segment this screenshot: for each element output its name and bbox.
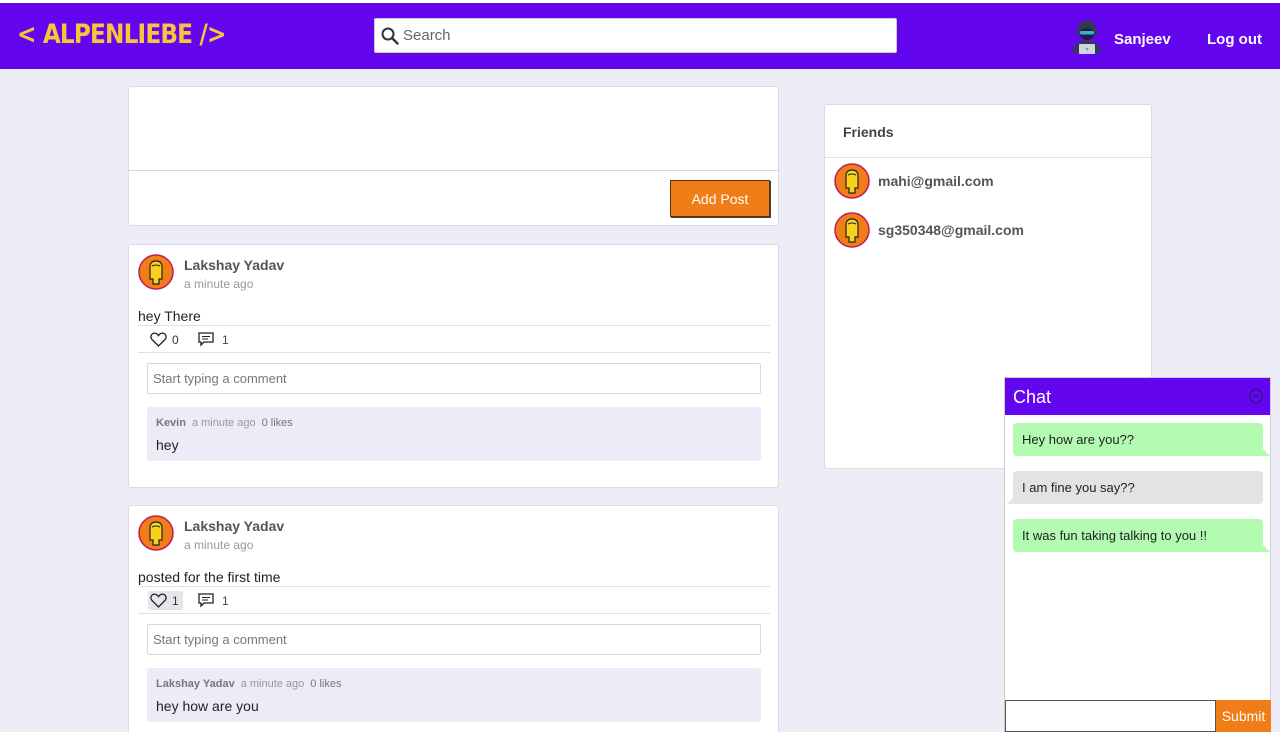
post-input[interactable] bbox=[129, 87, 778, 171]
comment-input[interactable] bbox=[147, 624, 761, 655]
comment-count: 1 bbox=[222, 332, 229, 347]
search-box bbox=[374, 18, 897, 53]
friend-item[interactable]: mahi@gmail.com bbox=[834, 163, 1134, 199]
hacker-avatar-icon[interactable] bbox=[1069, 17, 1105, 55]
post-text: posted for the first time bbox=[138, 569, 281, 585]
username-link[interactable]: Sanjeev bbox=[1114, 31, 1171, 48]
user-avatar-icon bbox=[834, 212, 870, 248]
post-author[interactable]: Lakshay Yadav bbox=[184, 518, 284, 534]
chat-title: Chat bbox=[1013, 387, 1052, 407]
comment-meta: Kevin a minute ago 0 likes bbox=[156, 417, 293, 429]
comment-text: hey how are you bbox=[156, 698, 259, 714]
divider bbox=[825, 157, 1151, 158]
comment-icon bbox=[198, 593, 214, 608]
comment-count: 1 bbox=[222, 593, 229, 608]
post-card: Lakshay Yadav a minute ago posted for th… bbox=[128, 505, 779, 732]
comment-meta: Lakshay Yadav a minute ago 0 likes bbox=[156, 678, 341, 690]
heart-icon bbox=[150, 332, 167, 347]
chat-input[interactable] bbox=[1005, 700, 1216, 732]
comment-time: a minute ago bbox=[191, 417, 256, 429]
post-author[interactable]: Lakshay Yadav bbox=[184, 257, 284, 273]
post-time: a minute ago bbox=[184, 538, 254, 552]
like-button[interactable]: 1 bbox=[148, 591, 183, 610]
post-text: hey There bbox=[138, 308, 201, 324]
post-actions: 1 1 bbox=[138, 586, 770, 614]
comment-likes[interactable]: 0 likes bbox=[310, 678, 341, 690]
chat-message-self: It was fun taking talking to you !! bbox=[1013, 519, 1270, 552]
user-avatar-icon bbox=[834, 163, 870, 199]
comment-item: Lakshay Yadav a minute ago 0 likes hey how… bbox=[147, 668, 761, 722]
comment-icon bbox=[198, 332, 214, 347]
search-icon bbox=[381, 27, 399, 45]
user-avatar-icon bbox=[138, 515, 174, 551]
post-time: a minute ago bbox=[184, 277, 254, 291]
chat-submit-button[interactable]: Submit bbox=[1216, 700, 1271, 732]
comment-toggle-button[interactable]: 1 bbox=[198, 591, 229, 610]
friends-title: Friends bbox=[843, 124, 894, 140]
chat-message-self: Hey how are you?? bbox=[1013, 423, 1270, 456]
chat-window: Chat Hey how are you?? I am fine you say… bbox=[1004, 377, 1271, 732]
comment-input[interactable] bbox=[147, 363, 761, 394]
post-card: Lakshay Yadav a minute ago hey There 0 1… bbox=[128, 244, 779, 488]
chat-message-other: I am fine you say?? bbox=[1007, 471, 1263, 504]
post-composer: Add Post bbox=[128, 86, 779, 226]
comment-item: Kevin a minute ago 0 likes hey bbox=[147, 407, 761, 461]
like-count: 1 bbox=[172, 593, 179, 608]
like-count: 0 bbox=[172, 332, 179, 347]
comment-likes[interactable]: 0 likes bbox=[262, 417, 293, 429]
user-avatar-icon bbox=[138, 254, 174, 290]
heart-icon bbox=[150, 593, 167, 608]
comment-toggle-button[interactable]: 1 bbox=[198, 330, 229, 349]
comment-text: hey bbox=[156, 437, 179, 453]
navbar: < ALPENLIEBE /> Sanjeev Log out bbox=[0, 0, 1280, 69]
post-actions: 0 1 bbox=[138, 325, 770, 353]
chat-header: Chat bbox=[1005, 378, 1270, 415]
friend-name[interactable]: sg350348@gmail.com bbox=[878, 222, 1024, 238]
like-button[interactable]: 0 bbox=[148, 330, 183, 349]
logout-button[interactable]: Log out bbox=[1207, 31, 1262, 48]
friend-name[interactable]: mahi@gmail.com bbox=[878, 173, 994, 189]
add-post-button[interactable]: Add Post bbox=[670, 180, 770, 217]
friend-item[interactable]: sg350348@gmail.com bbox=[834, 212, 1134, 248]
comment-time: a minute ago bbox=[240, 678, 305, 690]
minimize-icon[interactable] bbox=[1249, 389, 1263, 403]
comment-author[interactable]: Kevin bbox=[156, 417, 186, 429]
comment-author[interactable]: Lakshay Yadav bbox=[156, 678, 235, 690]
app-logo[interactable]: < ALPENLIEBE /> bbox=[17, 19, 226, 50]
search-input[interactable] bbox=[403, 21, 883, 50]
